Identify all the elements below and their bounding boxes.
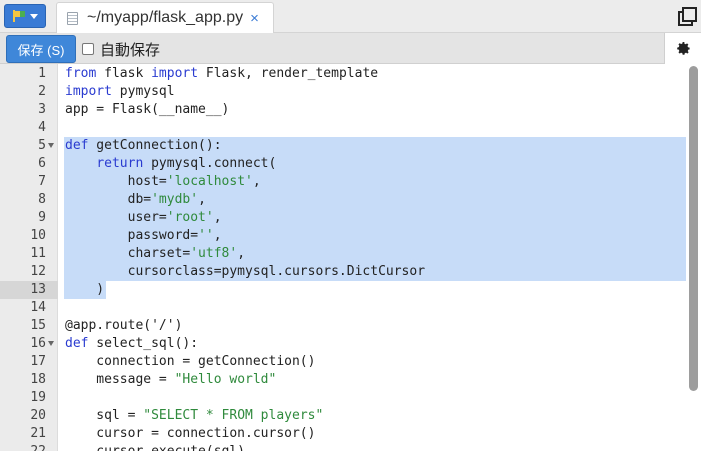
code-line[interactable]: 17 connection = getConnection() — [0, 353, 690, 371]
code-text: db='mydb', — [65, 192, 206, 207]
code-text: cursor = connection.cursor() — [65, 426, 316, 441]
code-text: cursor.execute(sql) — [65, 443, 245, 451]
code-text: return pymysql.connect( — [96, 156, 277, 171]
line-number: 7 — [38, 174, 46, 189]
line-number: 20 — [30, 408, 46, 423]
code-line[interactable]: 13 ) — [0, 281, 690, 299]
caret-down-icon — [30, 13, 38, 19]
code-line[interactable]: 19 — [0, 389, 690, 407]
code-line[interactable]: 11 charset='utf8', — [0, 245, 690, 263]
code-line[interactable]: 14 — [0, 299, 690, 317]
code-line[interactable]: 2 import pymysql — [0, 83, 690, 101]
file-icon — [67, 11, 78, 25]
line-number: 11 — [30, 246, 46, 261]
line-number: 1 — [38, 66, 46, 81]
line-number: 17 — [30, 354, 46, 369]
code-line[interactable]: 1 from flask import Flask, render_templat… — [0, 65, 690, 83]
line-number: 21 — [30, 426, 46, 441]
code-text: @app.route('/') — [65, 318, 183, 333]
line-number: 9 — [38, 210, 46, 225]
code-line[interactable]: 10 password='', — [0, 227, 690, 245]
autosave-toggle[interactable]: 自動保存 — [82, 39, 160, 59]
fold-arrow-icon[interactable] — [48, 143, 54, 148]
fold-arrow-icon[interactable] — [48, 341, 54, 346]
tab-title: ~/myapp/flask_app.py — [87, 9, 244, 26]
line-number: 10 — [30, 228, 46, 243]
line-number: 14 — [30, 300, 46, 315]
code-line[interactable]: 5 def getConnection(): — [0, 137, 690, 155]
code-text: sql = "SELECT * FROM players" — [65, 408, 324, 423]
save-button[interactable]: 保存 (S) — [6, 35, 76, 63]
autosave-label: 自動保存 — [100, 41, 161, 59]
line-number: 13 — [30, 282, 46, 297]
code-text: ) — [65, 282, 105, 297]
code-editor[interactable]: 1 from flask import Flask, render_templat… — [0, 64, 701, 451]
line-number: 18 — [30, 372, 46, 387]
line-number: 5 — [38, 138, 46, 153]
line-number: 15 — [30, 318, 46, 333]
code-text: host='localhost', — [65, 174, 261, 189]
code-line[interactable]: 15 @app.route('/') — [0, 317, 690, 335]
code-text: cursorclass=pymysql.cursors.DictCursor — [65, 264, 426, 279]
code-text: import pymysql — [65, 84, 175, 99]
line-number: 4 — [38, 120, 46, 135]
code-text: password='', — [65, 228, 222, 243]
code-line[interactable]: 7 host='localhost', — [0, 173, 690, 191]
line-number: 12 — [30, 264, 46, 279]
vertical-scrollbar[interactable] — [689, 66, 698, 391]
tab-bar: ~/myapp/flask_app.py × — [0, 0, 701, 33]
code-line[interactable]: 3 app = Flask(__name__) — [0, 101, 690, 119]
autosave-checkbox[interactable] — [82, 43, 94, 55]
app-menu-button[interactable] — [4, 4, 46, 28]
code-text: app = Flask(__name__) — [65, 102, 230, 117]
code-text: def select_sql(): — [65, 336, 199, 351]
editor-toolbar: 保存 (S) 自動保存 — [0, 33, 701, 64]
settings-button[interactable] — [664, 33, 701, 64]
line-number: 8 — [38, 192, 46, 207]
code-line[interactable]: 20 sql = "SELECT * FROM players" — [0, 407, 690, 425]
code-text: charset='utf8', — [65, 246, 246, 261]
line-number: 2 — [38, 84, 46, 99]
code-line[interactable]: 21 cursor = connection.cursor() — [0, 425, 690, 443]
line-number: 16 — [30, 336, 46, 351]
code-text: user='root', — [65, 210, 222, 225]
code-line[interactable]: 22 cursor.execute(sql) — [0, 443, 690, 451]
line-number: 3 — [38, 102, 46, 117]
code-line[interactable]: 12 cursorclass=pymysql.cursors.DictCurso… — [0, 263, 690, 281]
flag-icon — [12, 10, 26, 22]
line-number: 19 — [30, 390, 46, 405]
code-line[interactable]: 9 user='root', — [0, 209, 690, 227]
line-number: 22 — [0, 443, 46, 451]
line-number: 6 — [38, 156, 46, 171]
gear-icon — [676, 41, 690, 55]
code-line[interactable]: 16 def select_sql(): — [0, 335, 690, 353]
code-text: message = "Hello world" — [65, 372, 277, 387]
restore-window-icon[interactable] — [676, 5, 697, 26]
code-text: connection = getConnection() — [65, 354, 316, 369]
code-text: from flask import Flask, render_template — [65, 66, 379, 81]
tab-flask-app[interactable]: ~/myapp/flask_app.py × — [56, 2, 274, 33]
code-text: def getConnection(): — [65, 138, 222, 153]
tab-close-icon[interactable]: × — [250, 11, 259, 26]
code-line[interactable]: 8 db='mydb', — [0, 191, 690, 209]
code-line[interactable]: 4 — [0, 119, 690, 137]
code-line[interactable]: 18 message = "Hello world" — [0, 371, 690, 389]
code-line[interactable]: 6 return pymysql.connect( — [0, 155, 690, 173]
